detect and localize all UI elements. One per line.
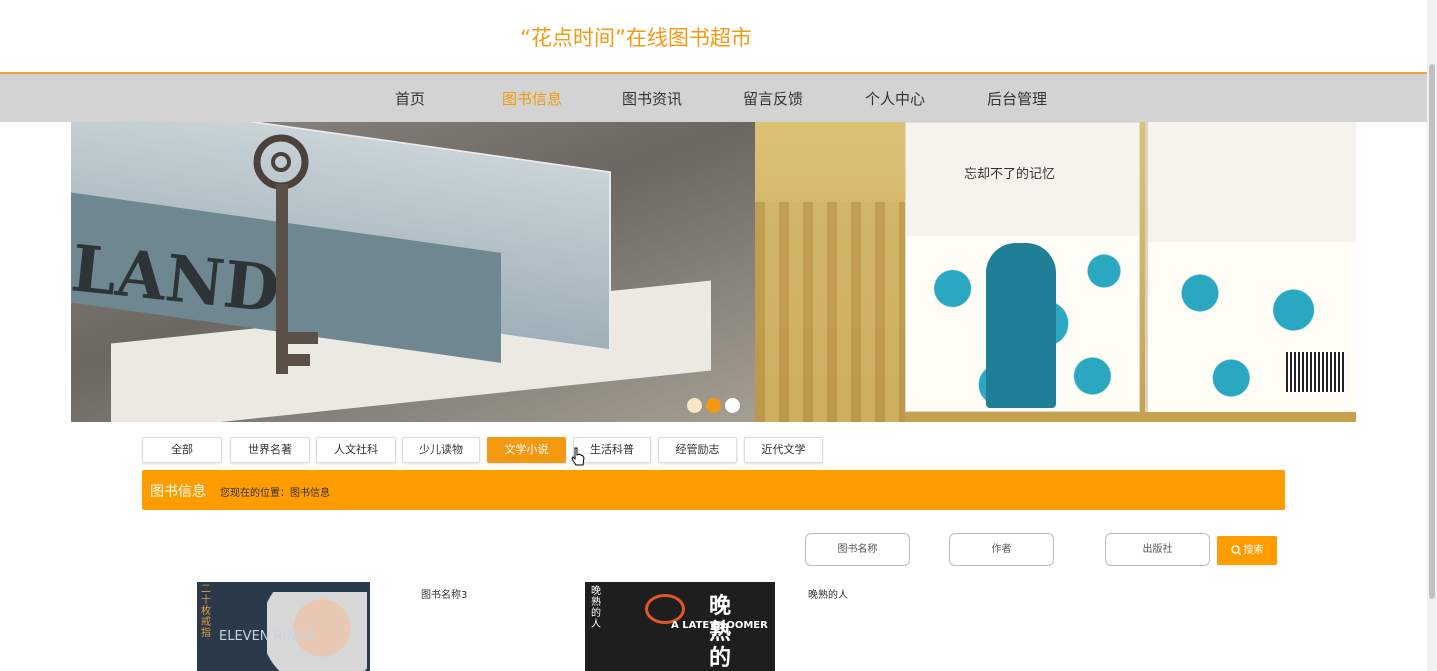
carousel-dot[interactable] (687, 398, 702, 413)
key-icon (253, 134, 318, 374)
book-cover-1-title: ELEVEN RINGS (219, 629, 315, 644)
book-name-field[interactable]: 图书名称 (805, 533, 910, 566)
carousel-dots (687, 398, 740, 413)
book-name-2[interactable]: 晚熟的人 (808, 586, 848, 601)
book-cover-1-side-title: 二十枚戒指 (201, 584, 211, 639)
hand-cursor-icon (571, 447, 585, 466)
nav-feedback[interactable]: 留言反馈 (728, 88, 818, 109)
carousel-dot-active[interactable] (706, 398, 721, 413)
section-header-bar: 图书信息 您现在的位置：图书信息 (142, 470, 1285, 510)
category-modern-literature[interactable]: 近代文学 (744, 437, 823, 463)
category-all[interactable]: 全部 (142, 437, 222, 463)
author-field[interactable]: 作者 (949, 533, 1054, 566)
category-children[interactable]: 少儿读物 (402, 437, 480, 463)
barcode-icon (1286, 352, 1346, 392)
category-humanities[interactable]: 人文社科 (316, 437, 396, 463)
banner-figure (986, 243, 1056, 408)
nav-home[interactable]: 首页 (365, 88, 455, 109)
publisher-field[interactable]: 出版社 (1105, 533, 1210, 566)
category-world-classics[interactable]: 世界名著 (230, 437, 310, 463)
book-cover-2-title: 晚熟的 (709, 594, 732, 671)
nav-book-news[interactable]: 图书资讯 (607, 88, 697, 109)
main-nav: 首页 图书信息 图书资讯 留言反馈 个人中心 后台管理 (0, 72, 1427, 122)
search-icon (1230, 544, 1241, 555)
banner-cover-title: 忘却不了的记忆 (964, 167, 1056, 182)
breadcrumb: 您现在的位置：图书信息 (220, 488, 330, 499)
category-business[interactable]: 经管励志 (658, 437, 737, 463)
section-title: 图书信息 (150, 484, 206, 500)
search-button[interactable]: 搜索 (1217, 536, 1277, 565)
carousel-dot[interactable] (725, 398, 740, 413)
nav-book-info[interactable]: 图书信息 (487, 88, 577, 109)
scrollbar-thumb[interactable] (1429, 64, 1435, 599)
search-button-label: 搜索 (1243, 545, 1264, 556)
banner-building (755, 202, 905, 422)
banner-slide-book-cover: 忘却不了的记忆 (755, 122, 1356, 422)
nav-admin[interactable]: 后台管理 (972, 88, 1062, 109)
book-name-1[interactable]: 图书名称3 (421, 586, 467, 601)
book-cover-1[interactable]: 二十枚戒指 ELEVEN RINGS (197, 582, 370, 671)
banner-carousel[interactable]: LAND 忘却不了的记忆 (71, 122, 1356, 422)
nav-personal-center[interactable]: 个人中心 (850, 88, 940, 109)
banner-cover-front: 忘却不了的记忆 (905, 122, 1140, 412)
scrollbar[interactable] (1427, 0, 1437, 671)
banner-cover-back (1145, 122, 1356, 412)
category-filter: 全部 世界名著 人文社科 少儿读物 文学小说 生活科普 经管励志 近代文学 (0, 437, 1437, 463)
book-cover-2[interactable]: 晚熟的人 A LATE BLOOMER 晚熟的 (585, 582, 775, 671)
category-literature[interactable]: 文学小说 (487, 437, 566, 463)
site-title: “花点时间”在线图书超市 (520, 26, 752, 50)
book-cover-2-side-title: 晚熟的人 (591, 586, 601, 630)
banner-slide-books-key: LAND (71, 122, 755, 422)
